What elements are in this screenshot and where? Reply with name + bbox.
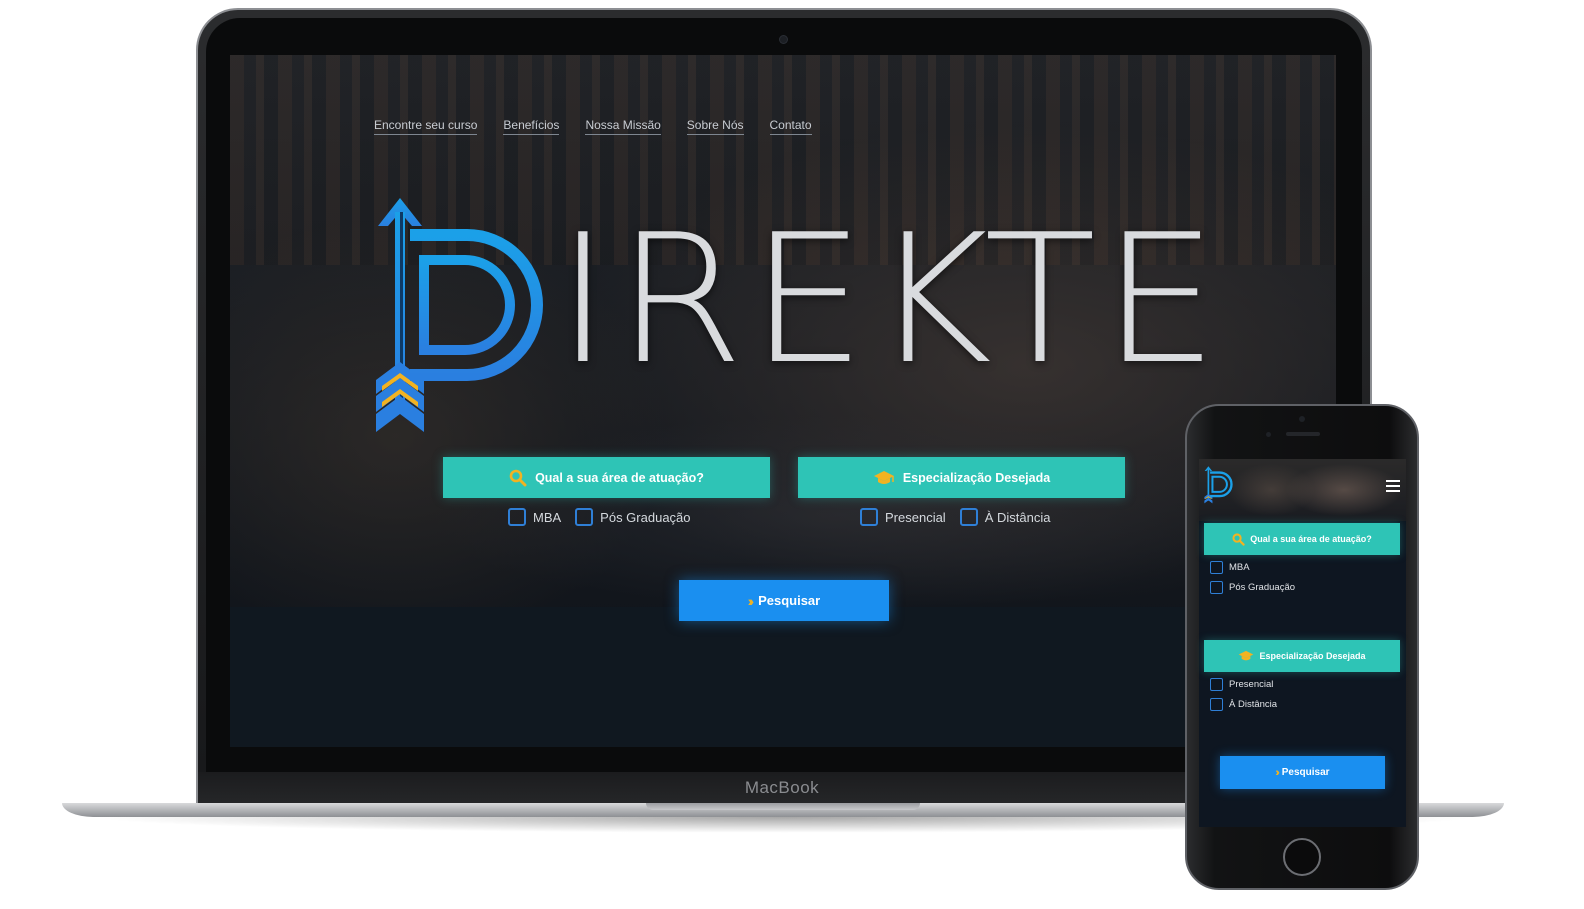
option-label: Pós Graduação (1229, 582, 1296, 593)
double-chevron-right-icon: ›› (747, 592, 755, 609)
checkbox[interactable] (1210, 698, 1223, 711)
nav-link-missao[interactable]: Nossa Missão (585, 118, 661, 135)
option-pos-graduacao[interactable]: Pós Graduação (575, 508, 691, 526)
mobile-option-pos-graduacao[interactable]: Pós Graduação (1210, 581, 1295, 594)
mobile-option-mba[interactable]: MBA (1210, 561, 1250, 574)
area-options: MBA Pós Graduação (508, 508, 691, 526)
macbook-notch (646, 803, 920, 810)
specialization-options: Presencial À Distância (860, 508, 1050, 526)
specialization-filter-label: Especialização Desejada (902, 470, 1051, 485)
option-label: Presencial (1229, 679, 1274, 690)
checkbox[interactable] (575, 508, 594, 526)
mobile-search-button[interactable]: ›› Pesquisar (1220, 756, 1385, 789)
option-label: À Distância (1229, 699, 1278, 710)
mobile-search-button-label: Pesquisar (1281, 767, 1330, 778)
checkbox[interactable] (508, 508, 526, 526)
search-button[interactable]: ›› Pesquisar (679, 580, 889, 621)
graduation-cap-icon (1239, 650, 1254, 661)
hero-bottom-fade (230, 607, 1336, 747)
checkbox[interactable] (1210, 678, 1223, 691)
nav-link-sobre[interactable]: Sobre Nós (686, 118, 744, 135)
option-label: Presencial (885, 509, 946, 525)
mobile-option-distancia[interactable]: À Distância (1210, 698, 1277, 711)
phone-speaker (1286, 432, 1320, 436)
option-mba[interactable]: MBA (508, 508, 561, 526)
mobile-option-presencial[interactable]: Presencial (1210, 678, 1273, 691)
mobile-logo-icon (1204, 466, 1233, 504)
option-label: Pós Graduação (600, 509, 691, 525)
checkbox[interactable] (1210, 561, 1223, 574)
checkbox[interactable] (860, 508, 878, 526)
nav-link-beneficios[interactable]: Benefícios (503, 118, 560, 135)
mobile-specialization-filter-label: Especialização Desejada (1259, 651, 1366, 661)
option-label: À Distância (984, 509, 1051, 525)
phone-camera (1299, 416, 1305, 422)
specialization-filter-button[interactable]: Especialização Desejada (798, 457, 1125, 498)
main-nav: Encontre seu curso Benefícios Nossa Miss… (374, 118, 812, 135)
option-distancia[interactable]: À Distância (959, 508, 1051, 526)
logo-wordmark: IREKTE (556, 196, 1225, 403)
area-filter-button[interactable]: Qual a sua área de atuação? (443, 457, 770, 498)
option-label: MBA (533, 509, 562, 525)
macbook-brand-label: MacBook (744, 778, 820, 797)
mobile-specialization-filter-button[interactable]: Especialização Desejada (1204, 640, 1400, 672)
webcam (780, 36, 787, 43)
area-filter-label: Qual a sua área de atuação? (535, 470, 704, 485)
checkbox[interactable] (1210, 581, 1223, 594)
graduation-cap-icon (873, 470, 894, 484)
direkte-logo-icon (376, 198, 543, 432)
nav-link-encontre[interactable]: Encontre seu curso (374, 118, 478, 135)
checkbox[interactable] (959, 508, 978, 526)
option-label: MBA (1229, 562, 1250, 573)
option-presencial[interactable]: Presencial (860, 508, 946, 526)
hamburger-menu-icon[interactable] (1386, 480, 1400, 492)
mobile-area-filter-button[interactable]: Qual a sua área de atuação? (1204, 523, 1400, 555)
phone-sensor (1266, 432, 1271, 437)
double-chevron-right-icon: ›› (1275, 766, 1280, 779)
search-button-label: Pesquisar (758, 593, 821, 608)
phone-home-button[interactable] (1283, 838, 1321, 876)
search-icon (509, 469, 527, 486)
nav-link-contato[interactable]: Contato (769, 118, 812, 135)
mobile-area-filter-label: Qual a sua área de atuação? (1250, 534, 1372, 544)
search-icon (1232, 532, 1245, 546)
